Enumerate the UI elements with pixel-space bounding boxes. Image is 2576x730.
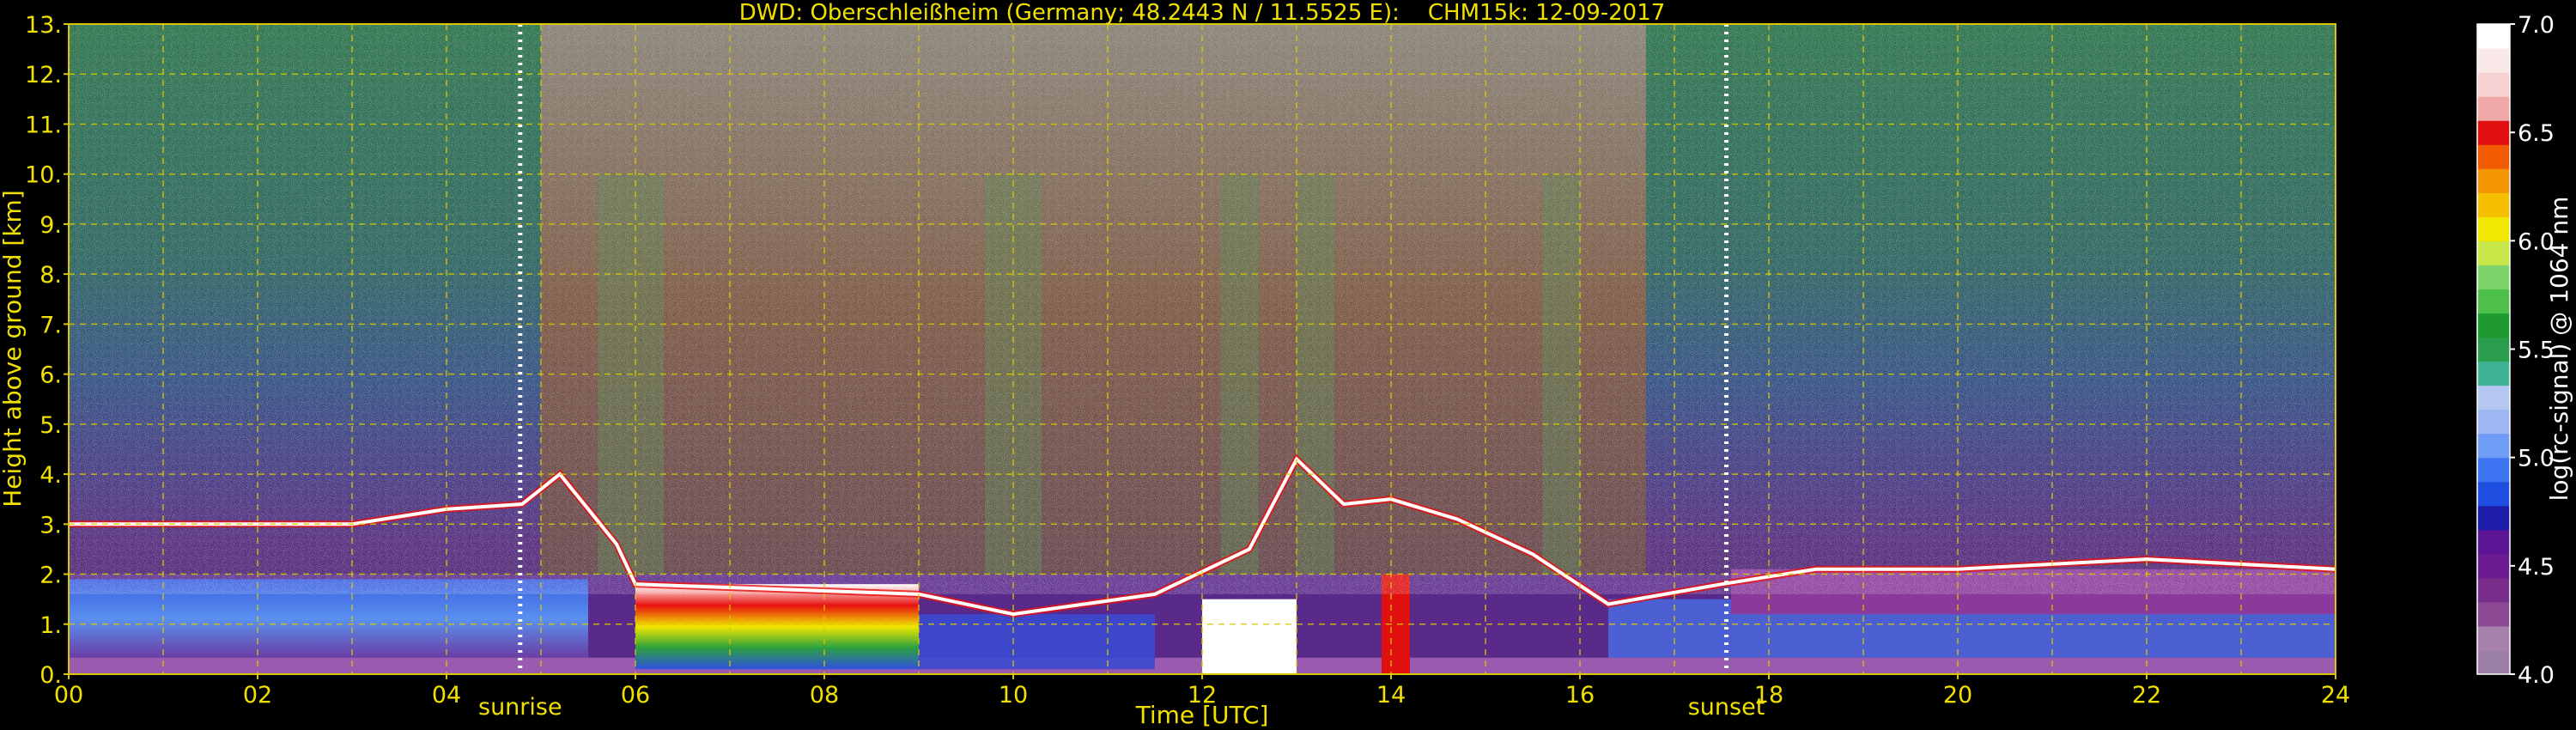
y-tick-label: 4. (39, 462, 62, 489)
y-tick-label: 7. (39, 312, 62, 338)
colorbar-swatch (2477, 385, 2510, 411)
y-tick-label: 13. (25, 12, 62, 39)
colorbar-swatch (2477, 240, 2510, 265)
colorbar-swatch (2477, 192, 2510, 217)
colorbar-swatch (2477, 361, 2510, 386)
colorbar-swatch (2477, 216, 2510, 241)
sunset-label: sunset (1688, 694, 1765, 721)
colorbar-swatch (2477, 265, 2510, 290)
x-tick-label: 08 (810, 682, 839, 709)
y-tick-label: 3. (39, 512, 62, 538)
colorbar-swatch (2477, 289, 2510, 314)
x-tick-label: 06 (621, 682, 650, 709)
colorbar-tick-label: 7.0 (2518, 12, 2555, 39)
aerosol-layer (635, 584, 919, 670)
y-tick-label: 12. (25, 62, 62, 88)
sunrise-label: sunrise (478, 694, 562, 721)
colorbar-tick-label: 4.5 (2518, 554, 2555, 581)
x-tick-label: 10 (999, 682, 1028, 709)
colorbar-swatch (2477, 529, 2510, 555)
colorbar-swatch (2477, 168, 2510, 193)
colorbar-label: log(rc-signal) @ 1064 nm (2545, 197, 2573, 502)
colorbar-swatch (2477, 144, 2510, 169)
x-tick-label: 00 (54, 682, 83, 709)
y-axis-label: Height above ground [km] (0, 190, 27, 508)
colorbar-swatch (2477, 505, 2510, 531)
ceilometer-figure: 0.1.2.3.4.5.6.7.8.9.10.11.12.13.00 02 04 06… (0, 0, 2573, 729)
colorbar-tick-label: 4.0 (2518, 662, 2555, 689)
y-tick-label: 11. (25, 112, 62, 138)
colorbar-swatch (2477, 625, 2510, 651)
chart-title: DWD: Oberschleißheim (Germany; 48.2443 N… (739, 0, 1666, 26)
cloud-block (1202, 599, 1297, 674)
x-tick-label: 22 (2132, 682, 2161, 709)
colorbar-swatch (2477, 120, 2510, 145)
x-tick-label: 14 (1376, 682, 1406, 709)
x-tick-label: 16 (1565, 682, 1595, 709)
x-tick-label: 24 (2321, 682, 2350, 709)
colorbar-swatch (2477, 601, 2510, 627)
midday-layer (919, 614, 1155, 670)
colorbar-swatch (2477, 433, 2510, 459)
y-tick-label: 6. (39, 362, 62, 389)
colorbar-swatch (2477, 481, 2510, 507)
y-tick-label: 2. (39, 563, 62, 589)
y-tick-label: 8. (39, 262, 62, 289)
colorbar: 4.04.55.05.56.06.57.0 (2476, 12, 2555, 689)
x-tick-label: 02 (243, 682, 272, 709)
colorbar-swatch (2477, 24, 2510, 49)
y-tick-label: 9. (39, 212, 62, 239)
colorbar-tick-label: 6.5 (2518, 120, 2555, 147)
colorbar-swatch (2477, 457, 2510, 483)
colorbar-swatch (2477, 553, 2510, 579)
colorbar-swatch (2477, 649, 2510, 675)
colorbar-swatch (2477, 409, 2510, 435)
x-tick-label: 20 (1943, 682, 1972, 709)
y-tick-label: 5. (39, 412, 62, 439)
colorbar-swatch (2477, 337, 2510, 362)
y-tick-label: 1. (39, 612, 62, 639)
x-tick-label: 04 (432, 682, 461, 709)
colorbar-swatch (2477, 313, 2510, 338)
colorbar-swatch (2477, 577, 2510, 603)
colorbar-swatch (2477, 72, 2510, 97)
colorbar-swatch (2477, 48, 2510, 73)
x-axis-label: Time [UTC] (1135, 701, 1269, 729)
colorbar-swatch (2477, 96, 2510, 121)
y-tick-label: 10. (25, 162, 62, 189)
